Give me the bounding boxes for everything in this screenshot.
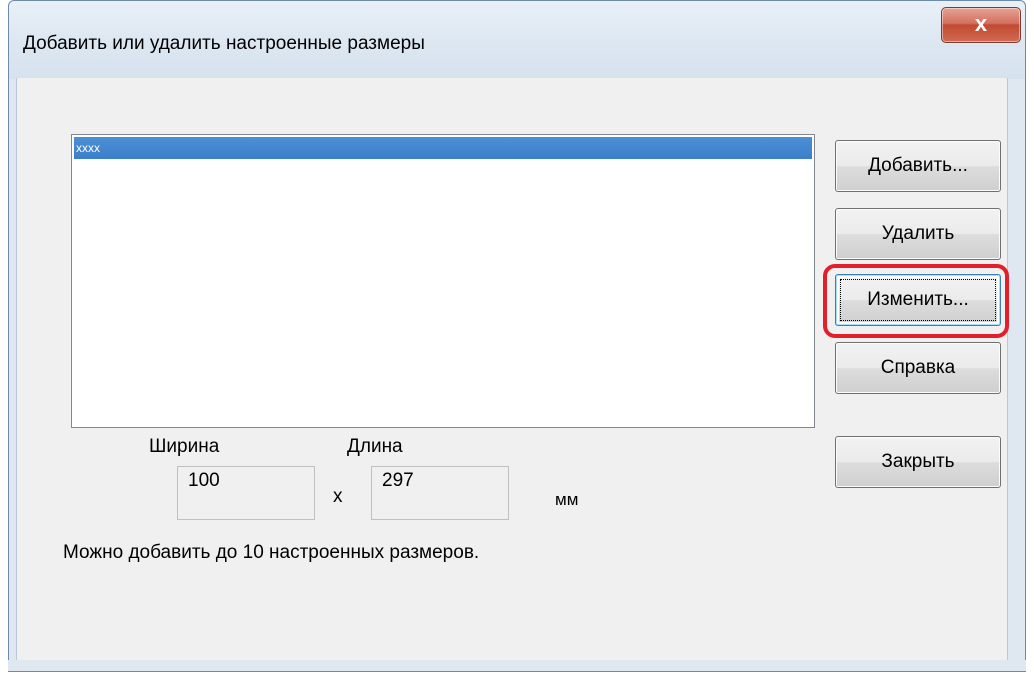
width-field[interactable]: 100 xyxy=(177,466,315,520)
highlight-annotation xyxy=(823,264,1009,338)
title-bar: Добавить или удалить настроенные размеры… xyxy=(9,1,1025,79)
list-item[interactable]: xxxx xyxy=(74,137,812,159)
delete-button[interactable]: Удалить xyxy=(835,208,1001,260)
unit-label: мм xyxy=(555,490,579,509)
dialog-client-area: xxxx Добавить... Удалить Изменить... Спр… xyxy=(16,78,1009,660)
close-icon: x xyxy=(974,11,988,36)
width-label: Ширина xyxy=(149,436,220,457)
help-button[interactable]: Справка xyxy=(835,342,1001,394)
length-field[interactable]: 297 xyxy=(371,466,509,520)
window-close-button[interactable]: x xyxy=(941,7,1021,43)
window-title: Добавить или удалить настроенные размеры xyxy=(23,33,425,54)
close-button[interactable]: Закрыть xyxy=(835,436,1001,488)
window-bottom-border xyxy=(8,660,1026,672)
limit-note: Можно добавить до 10 настроенных размеро… xyxy=(63,542,480,563)
size-separator: x xyxy=(333,486,343,507)
custom-sizes-list[interactable]: xxxx xyxy=(71,134,815,428)
add-button[interactable]: Добавить... xyxy=(835,140,1001,192)
length-label: Длина xyxy=(347,436,403,457)
